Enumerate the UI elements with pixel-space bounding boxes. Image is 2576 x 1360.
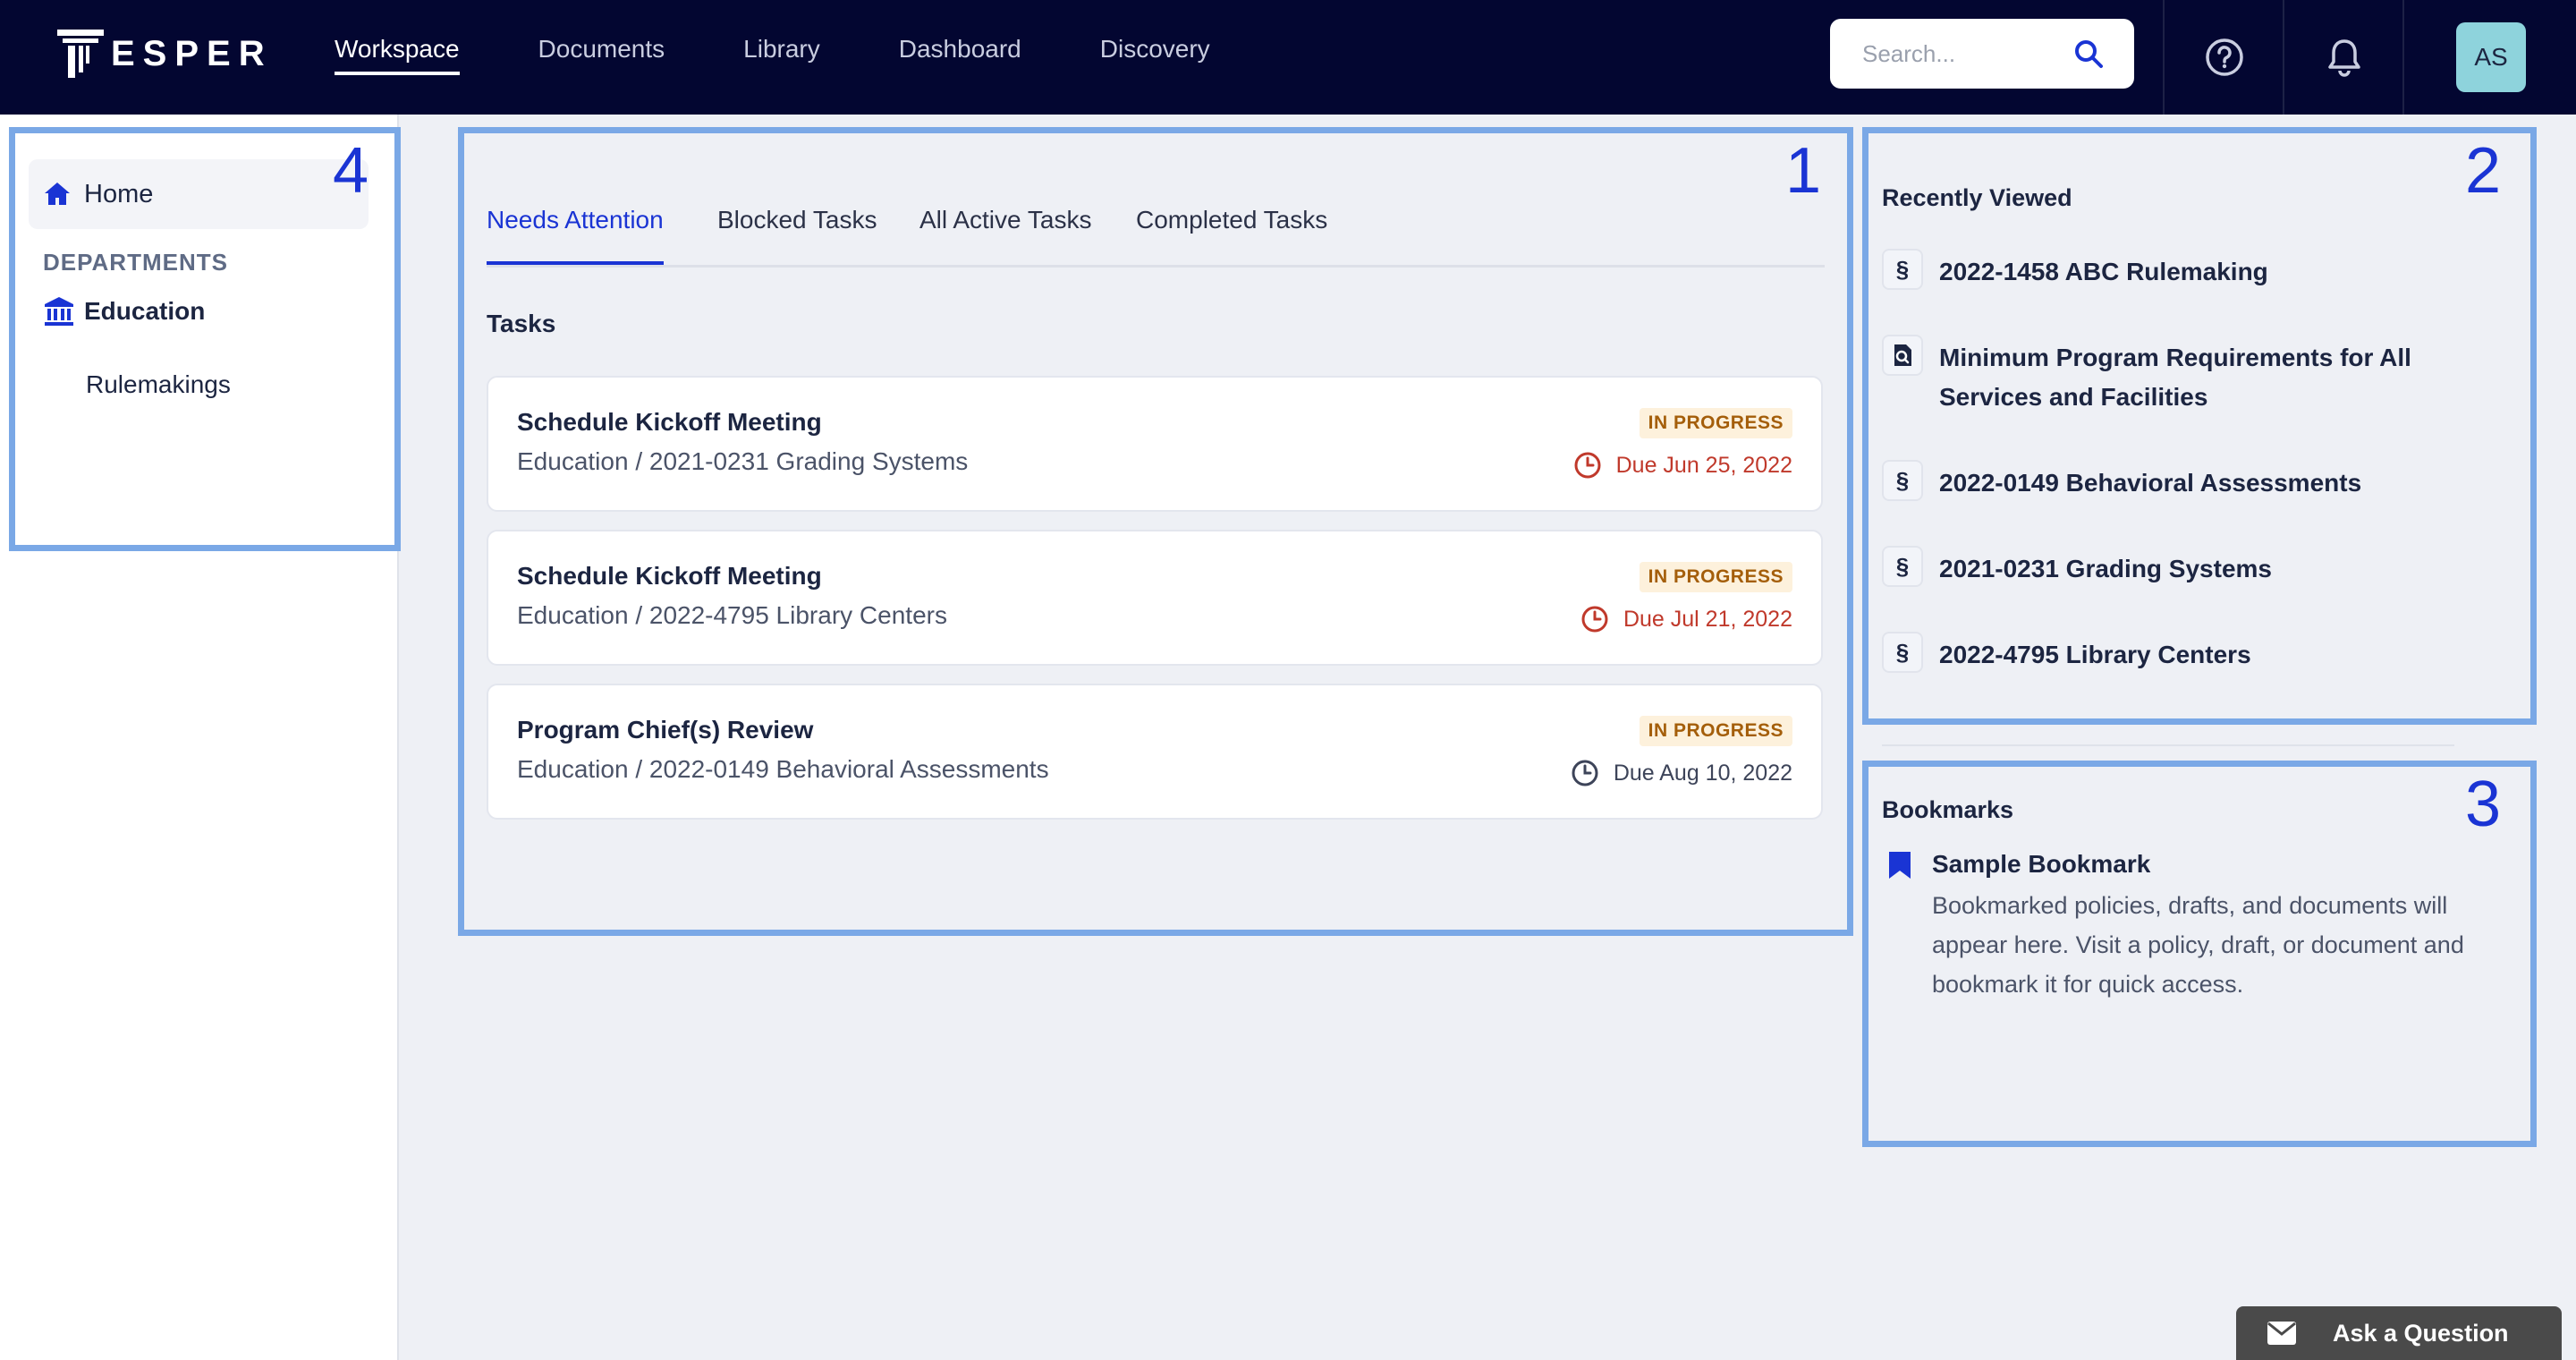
annotation-number-4: 4: [333, 135, 369, 207]
tab-completed-tasks[interactable]: Completed Tasks: [1136, 206, 1327, 234]
due-date-text: Due Jun 25, 2022: [1615, 452, 1792, 478]
section-icon: §: [1882, 546, 1923, 587]
tab-blocked-tasks[interactable]: Blocked Tasks: [717, 206, 877, 234]
status-badge: IN PROGRESS: [1639, 562, 1792, 592]
task-title: Schedule Kickoff Meeting: [517, 408, 822, 436]
recent-item[interactable]: Minimum Program Requirements for All Ser…: [1882, 335, 2454, 417]
nav-discovery[interactable]: Discovery: [1100, 0, 1210, 98]
logo-text: ESPER: [111, 33, 273, 73]
recent-item-label: 2022-0149 Behavioral Assessments: [1939, 469, 2362, 497]
annotation-number-2: 2: [2465, 135, 2502, 207]
nav-library[interactable]: Library: [743, 0, 820, 98]
user-menu[interactable]: AS: [2402, 0, 2576, 115]
recently-viewed-heading: Recently Viewed: [1882, 184, 2072, 211]
document-search-icon: [1882, 335, 1923, 376]
task-tabs: Needs Attention Blocked Tasks All Active…: [487, 181, 1825, 268]
clock-icon: [1574, 452, 1601, 479]
ask-question-button[interactable]: Ask a Question: [2236, 1306, 2562, 1360]
recent-item-label: 2022-4795 Library Centers: [1939, 641, 2251, 668]
bookmark-name[interactable]: Sample Bookmark: [1932, 850, 2150, 879]
clock-icon: [1572, 760, 1598, 786]
task-subtitle: Education / 2021-0231 Grading Systems: [517, 447, 969, 475]
due-date-text: Due Jul 21, 2022: [1623, 606, 1792, 632]
notifications-button[interactable]: [2283, 0, 2404, 115]
due-date: Due Jul 21, 2022: [1580, 605, 1792, 633]
nav-dashboard[interactable]: Dashboard: [899, 0, 1021, 98]
tab-needs-attention[interactable]: Needs Attention: [487, 206, 664, 265]
recent-item[interactable]: § 2022-4795 Library Centers: [1882, 632, 2454, 675]
due-date: Due Jun 25, 2022: [1573, 451, 1792, 480]
search-box: [1830, 19, 2134, 89]
nav-workspace[interactable]: Workspace: [335, 0, 460, 98]
task-card[interactable]: Schedule Kickoff Meeting Education / 202…: [487, 376, 1823, 512]
task-card[interactable]: Schedule Kickoff Meeting Education / 202…: [487, 530, 1823, 666]
envelope-icon: [2267, 1322, 2296, 1345]
ask-question-label: Ask a Question: [2333, 1319, 2509, 1347]
task-title: Program Chief(s) Review: [517, 716, 814, 744]
bookmark-description: Bookmarked policies, drafts, and documen…: [1932, 892, 2464, 998]
bell-icon: [2328, 39, 2360, 77]
avatar[interactable]: AS: [2456, 22, 2526, 92]
status-badge: IN PROGRESS: [1639, 408, 1792, 438]
tab-all-active-tasks[interactable]: All Active Tasks: [919, 206, 1091, 234]
section-icon: §: [1882, 249, 1923, 290]
task-title: Schedule Kickoff Meeting: [517, 562, 822, 590]
task-card[interactable]: Program Chief(s) Review Education / 2022…: [487, 684, 1823, 820]
task-subtitle: Education / 2022-0149 Behavioral Assessm…: [517, 755, 1049, 783]
nav-documents[interactable]: Documents: [538, 0, 665, 98]
due-date: Due Aug 10, 2022: [1571, 759, 1792, 787]
section-icon: §: [1882, 460, 1923, 501]
esper-logo[interactable]: ESPER: [55, 27, 273, 81]
recent-item-label: Minimum Program Requirements for All Ser…: [1939, 344, 2411, 411]
bookmark-icon: [1889, 852, 1911, 879]
help-button[interactable]: [2163, 0, 2284, 115]
task-subtitle: Education / 2022-4795 Library Centers: [517, 601, 947, 629]
annotation-number-3: 3: [2465, 769, 2502, 840]
logo-pillar-icon: [57, 30, 104, 78]
bookmarks-heading: Bookmarks: [1882, 796, 2014, 823]
divider: [1882, 744, 2454, 746]
main-nav: Workspace Documents Library Dashboard Di…: [335, 0, 1289, 115]
clock-icon: [1581, 606, 1608, 633]
help-icon: [2206, 38, 2243, 76]
section-icon: §: [1882, 632, 1923, 673]
tasks-heading: Tasks: [487, 310, 556, 337]
status-badge: IN PROGRESS: [1639, 716, 1792, 746]
recent-item-label: 2022-1458 ABC Rulemaking: [1939, 258, 2268, 285]
search-icon[interactable]: [2073, 38, 2104, 69]
recent-item[interactable]: § 2022-1458 ABC Rulemaking: [1882, 249, 2454, 292]
recent-item-label: 2021-0231 Grading Systems: [1939, 555, 2272, 582]
recent-item[interactable]: § 2021-0231 Grading Systems: [1882, 546, 2454, 589]
top-navigation-bar: ESPER Workspace Documents Library Dashbo…: [0, 0, 2576, 115]
due-date-text: Due Aug 10, 2022: [1613, 760, 1792, 786]
search-input[interactable]: [1860, 38, 2070, 69]
recent-item[interactable]: § 2022-0149 Behavioral Assessments: [1882, 460, 2454, 503]
